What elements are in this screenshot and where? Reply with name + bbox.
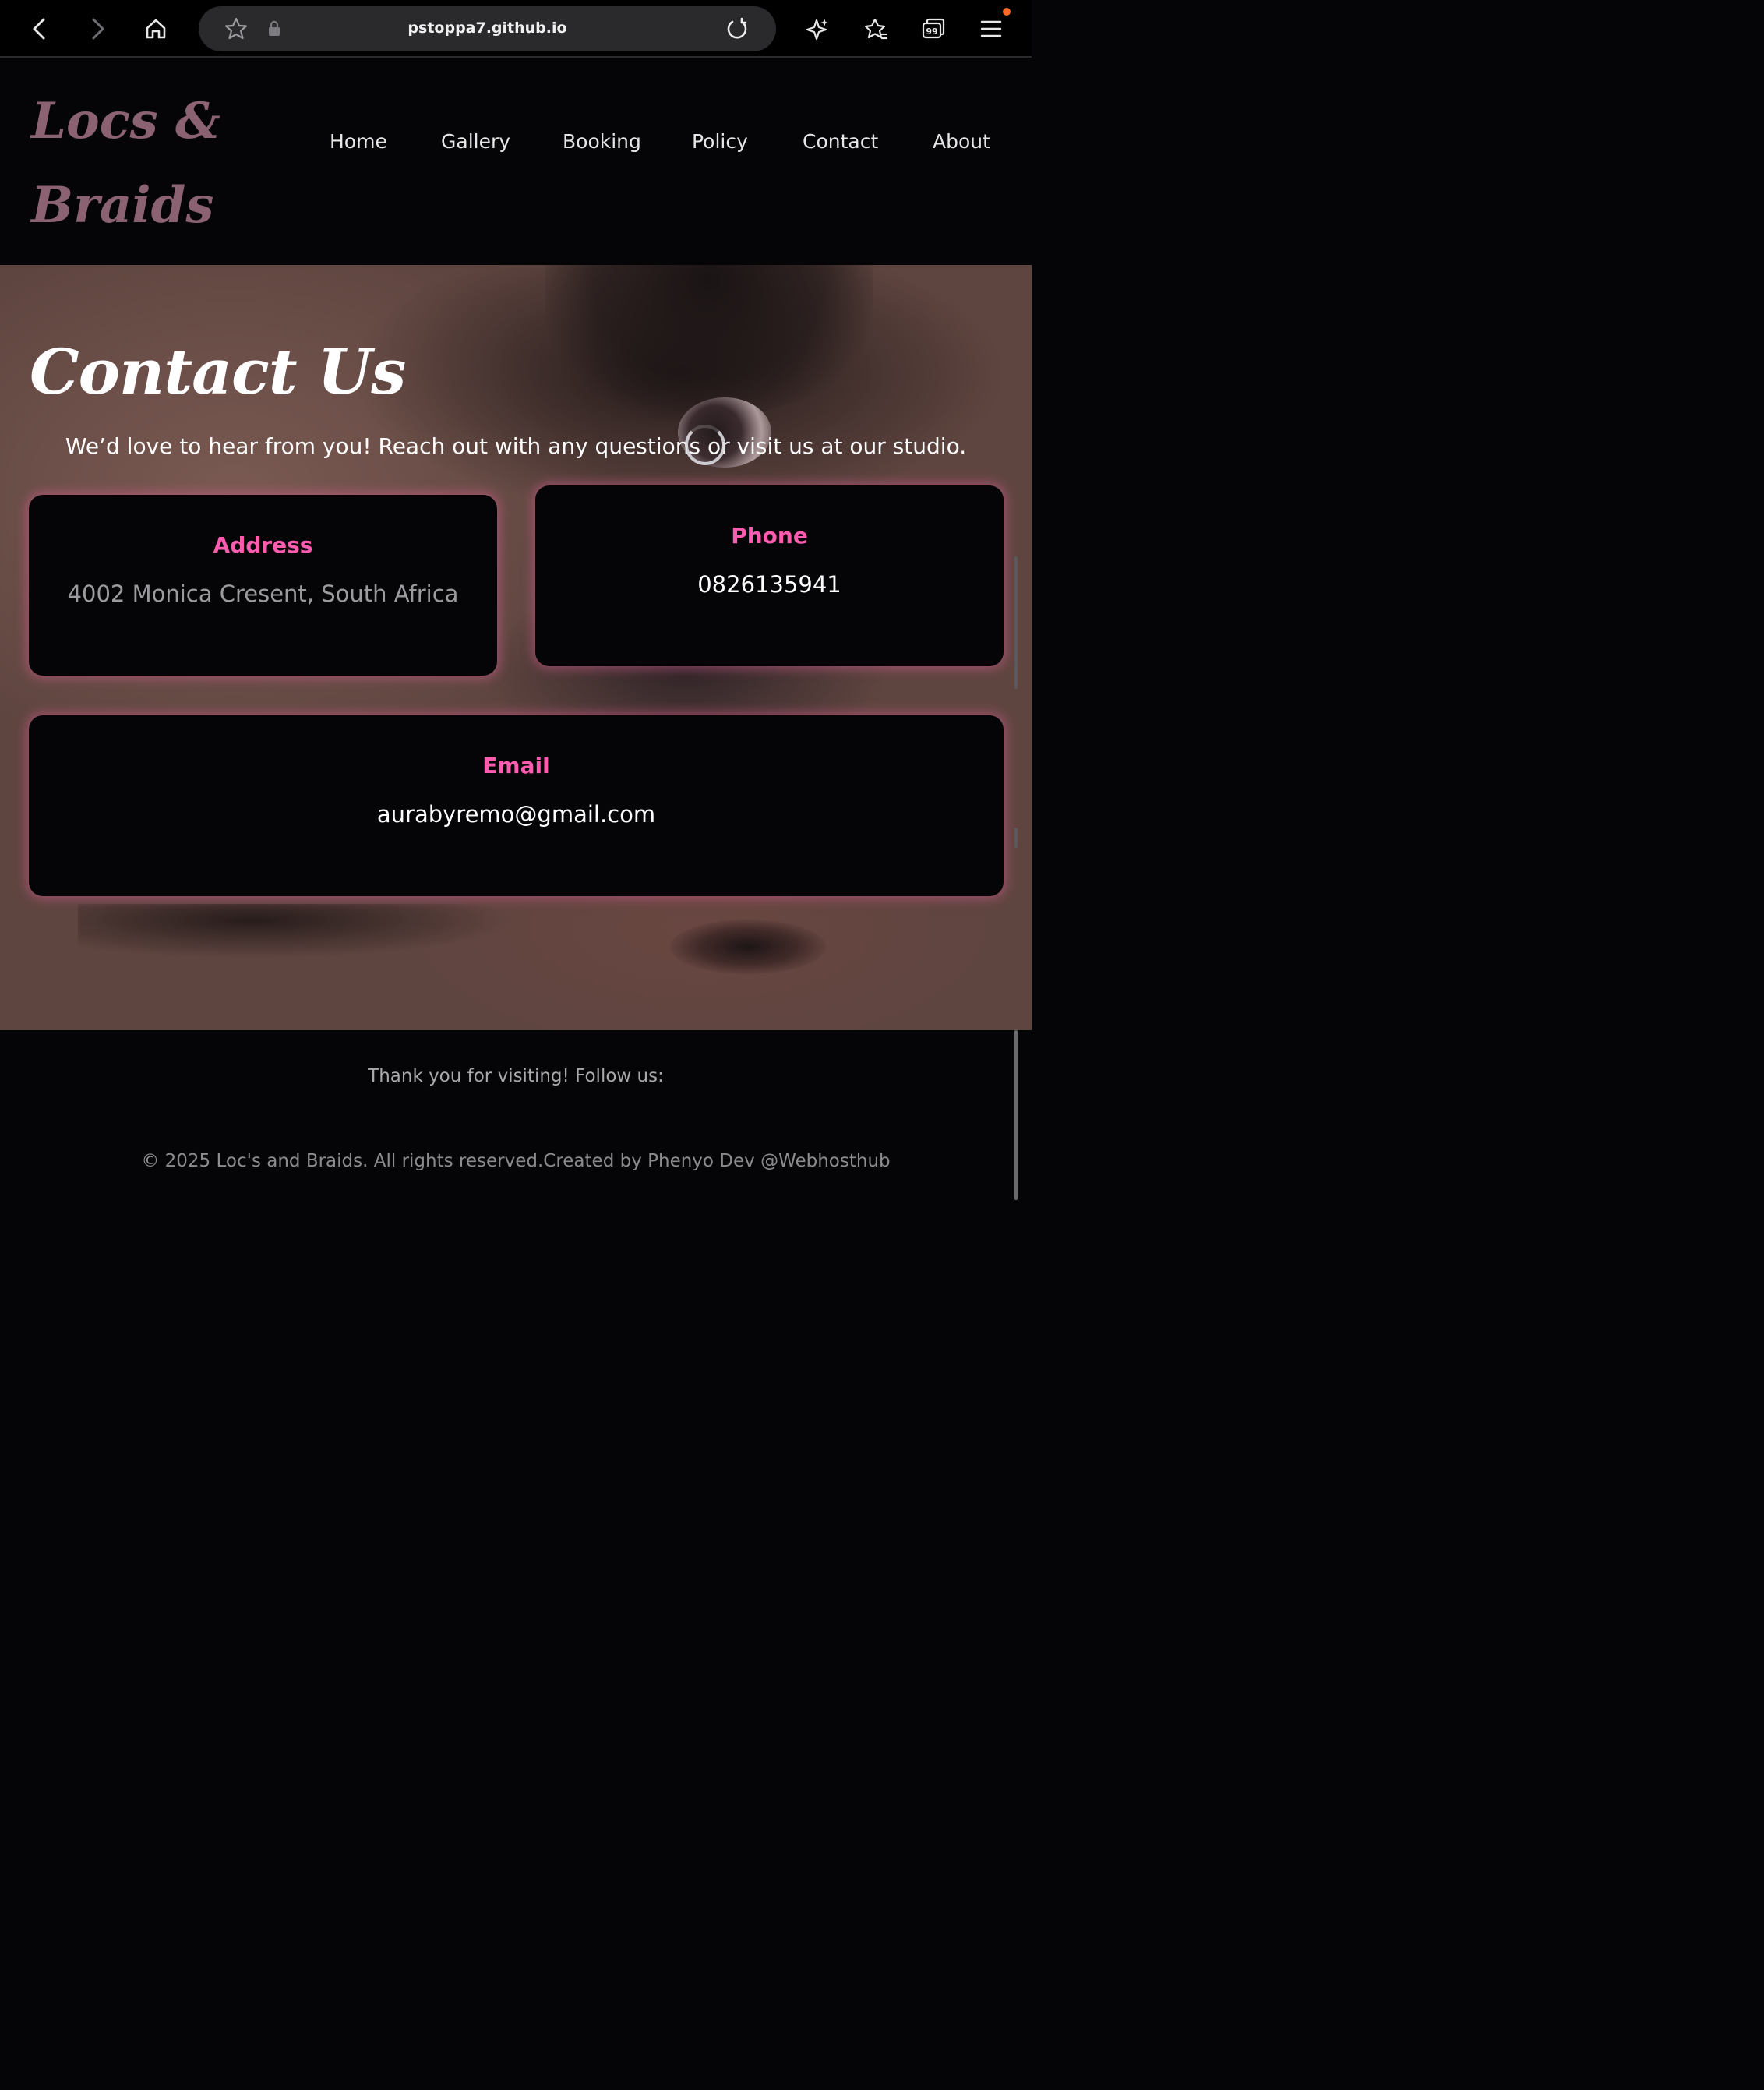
nav-home[interactable]: Home xyxy=(330,130,387,153)
sparkle-icon xyxy=(806,19,828,41)
loading-spinner-icon xyxy=(685,425,725,465)
back-button[interactable] xyxy=(20,9,59,48)
footer-scrollbar-track xyxy=(1014,1030,1018,1200)
background-photo-lashes xyxy=(545,265,873,421)
background-photo-lower-lashes xyxy=(78,904,514,959)
phone-value[interactable]: 0826135941 xyxy=(535,571,1004,598)
email-heading: Email xyxy=(482,753,550,778)
main-nav: Home Gallery Booking Policy Contact Abou… xyxy=(0,130,1032,161)
scrollbar-thumb[interactable] xyxy=(1014,556,1018,689)
nav-gallery[interactable]: Gallery xyxy=(441,130,510,153)
phone-card: Phone 0826135941 xyxy=(535,485,1004,666)
ai-button[interactable] xyxy=(799,9,838,48)
logo-line-2: Braids xyxy=(31,176,214,235)
home-icon xyxy=(146,19,166,39)
site-header: Locs & Braids Home Gallery Booking Polic… xyxy=(0,58,1032,265)
background-photo-nose xyxy=(670,920,826,974)
address-bar[interactable]: pstoppa7.github.io xyxy=(199,6,776,51)
browser-toolbar: pstoppa7.github.io 99 xyxy=(0,0,1032,58)
svg-text:99: 99 xyxy=(926,26,937,37)
tabs-icon: 99 xyxy=(922,18,945,39)
chevron-left-icon xyxy=(33,18,45,40)
phone-heading: Phone xyxy=(731,523,808,549)
url-text: pstoppa7.github.io xyxy=(407,19,567,37)
email-card: Email aurabyremo@gmail.com xyxy=(29,715,1004,896)
nav-about[interactable]: About xyxy=(933,130,990,153)
footer-thanks-text: Thank you for visiting! Follow us: xyxy=(368,1066,664,1086)
address-card: Address 4002 Monica Cresent, South Afric… xyxy=(29,495,497,676)
favorites-button[interactable] xyxy=(857,9,896,48)
favorites-icon xyxy=(864,18,887,40)
scrollbar-segment xyxy=(1014,828,1018,848)
reload-icon[interactable] xyxy=(725,17,749,41)
footer-copyright: © 2025 Loc's and Braids. All rights rese… xyxy=(141,1151,891,1171)
tabs-button[interactable]: 99 xyxy=(914,9,953,48)
chevron-right-icon xyxy=(92,18,104,40)
nav-contact[interactable]: Contact xyxy=(803,130,878,153)
site-logo[interactable]: Locs & Braids xyxy=(31,79,220,248)
address-heading: Address xyxy=(213,532,313,558)
hamburger-menu-icon xyxy=(980,20,1002,37)
address-value: 4002 Monica Cresent, South Africa xyxy=(67,581,459,607)
email-value[interactable]: aurabyremo@gmail.com xyxy=(29,801,1004,828)
site-footer: Thank you for visiting! Follow us: © 202… xyxy=(0,1030,1032,1222)
page-title: Contact Us xyxy=(30,335,406,408)
home-button[interactable] xyxy=(136,9,175,48)
intro-text: We’d love to hear from you! Reach out wi… xyxy=(65,433,967,459)
nav-booking[interactable]: Booking xyxy=(563,130,641,153)
forward-button[interactable] xyxy=(78,9,117,48)
nav-policy[interactable]: Policy xyxy=(692,130,748,153)
notification-dot xyxy=(1003,8,1011,16)
